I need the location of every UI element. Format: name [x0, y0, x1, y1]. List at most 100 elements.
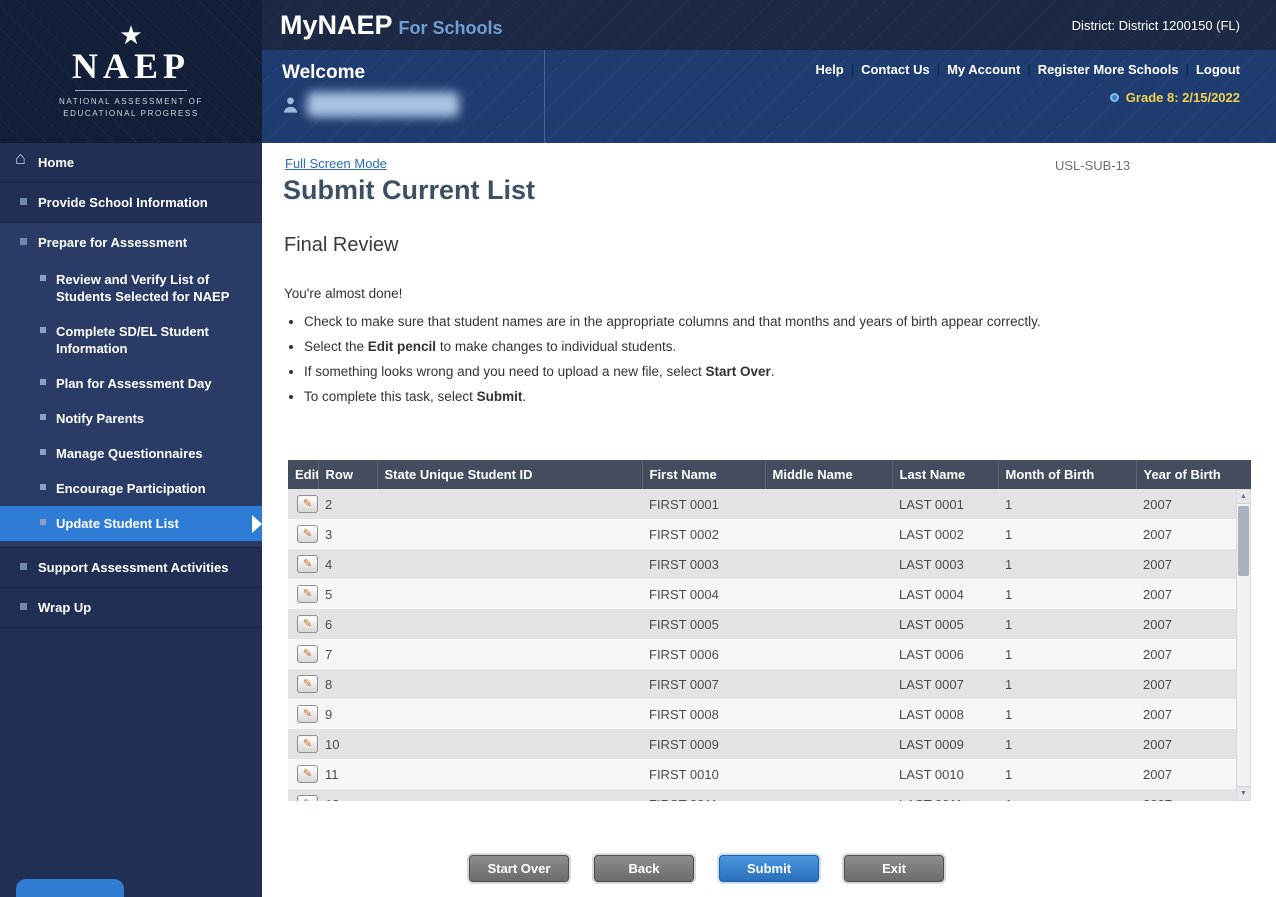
sidebar-item-provide-school-information[interactable]: Provide School Information: [0, 183, 262, 223]
year-of-birth-cell: 2007: [1136, 759, 1236, 789]
nav-link-contact-us[interactable]: Contact Us: [854, 62, 937, 77]
col-header-last-name: Last Name: [892, 460, 998, 489]
first-name-cell: FIRST 0011: [642, 789, 765, 801]
student-table: Edit Row State Unique Student ID First N…: [288, 460, 1251, 801]
edit-pencil-icon[interactable]: ✎: [297, 495, 318, 513]
instruction-text: Check to make sure that student names ar…: [304, 314, 1041, 329]
full-screen-mode-link[interactable]: Full Screen Mode: [285, 156, 387, 171]
welcome-panel: Welcome: [262, 50, 545, 143]
col-header-middle-name: Middle Name: [765, 460, 892, 489]
sidebar-item-notify-parents[interactable]: Notify Parents: [0, 401, 262, 436]
table-body-viewport: ✎2FIRST 0001LAST 000112007✎3FIRST 0002LA…: [288, 489, 1236, 801]
first-name-cell: FIRST 0003: [642, 549, 765, 579]
first-name-cell: FIRST 0010: [642, 759, 765, 789]
welcome-right: Help|Contact Us|My Account|Register More…: [809, 62, 1240, 105]
instruction-text: .: [522, 389, 526, 404]
year-of-birth-cell: 2007: [1136, 639, 1236, 669]
row-number-cell: 3: [318, 519, 377, 549]
sidebar-item-plan-for-assessment-day[interactable]: Plan for Assessment Day: [0, 366, 262, 401]
edit-pencil-icon[interactable]: ✎: [297, 795, 318, 801]
start-over-button[interactable]: Start Over: [469, 855, 569, 882]
edit-pencil-icon[interactable]: ✎: [297, 705, 318, 723]
sidebar-item-label: Review and Verify List of Students Selec…: [56, 272, 229, 304]
col-header-month-of-birth: Month of Birth: [998, 460, 1136, 489]
nav-link-my-account[interactable]: My Account: [940, 62, 1027, 77]
edit-cell: ✎: [288, 789, 318, 801]
month-of-birth-cell: 1: [998, 699, 1136, 729]
scrollbar-down-icon[interactable]: ▼: [1237, 786, 1250, 800]
edit-cell: ✎: [288, 519, 318, 549]
middle-name-cell: [765, 669, 892, 699]
exit-button[interactable]: Exit: [844, 855, 944, 882]
edit-pencil-icon[interactable]: ✎: [297, 735, 318, 753]
sidebar-item-manage-questionnaires[interactable]: Manage Questionnaires: [0, 436, 262, 471]
grade-date-label: Grade 8: 2/15/2022: [1126, 90, 1240, 105]
state-id-cell: [377, 729, 642, 759]
last-name-cell: LAST 0007: [892, 669, 998, 699]
back-button[interactable]: Back: [594, 855, 694, 882]
sidebar-item-label: Update Student List: [56, 516, 179, 531]
state-id-cell: [377, 669, 642, 699]
nav-link-logout[interactable]: Logout: [1189, 62, 1240, 77]
first-name-cell: FIRST 0001: [642, 489, 765, 519]
sidebar-item-complete-sd-el-information[interactable]: Complete SD/EL Student Information: [0, 314, 262, 366]
sidebar-item-label: Home: [38, 155, 74, 170]
instruction-bold: Submit: [477, 389, 523, 404]
edit-pencil-icon[interactable]: ✎: [297, 525, 318, 543]
month-of-birth-cell: 1: [998, 789, 1136, 801]
edit-pencil-icon[interactable]: ✎: [297, 585, 318, 603]
first-name-cell: FIRST 0006: [642, 639, 765, 669]
instruction-bold: Edit pencil: [368, 339, 436, 354]
edit-pencil-icon[interactable]: ✎: [297, 645, 318, 663]
submit-button[interactable]: Submit: [719, 855, 819, 882]
row-number-cell: 6: [318, 609, 377, 639]
table-scrollbar[interactable]: ▲ ▼: [1236, 489, 1251, 801]
middle-name-cell: [765, 549, 892, 579]
month-of-birth-cell: 1: [998, 609, 1136, 639]
nav-link-help[interactable]: Help: [809, 62, 851, 77]
sidebar-item-wrap-up[interactable]: Wrap Up: [0, 588, 262, 628]
year-of-birth-cell: 2007: [1136, 669, 1236, 699]
edit-pencil-icon[interactable]: ✎: [297, 615, 318, 633]
middle-name-cell: [765, 519, 892, 549]
table-row: ✎5FIRST 0004LAST 000412007: [288, 579, 1236, 609]
app-window: ★ NAEP NATIONAL ASSESSMENT OF EDUCATIONA…: [0, 0, 1276, 897]
instruction-text: .: [771, 364, 775, 379]
main-content: Full Screen Mode USL-SUB-13 Submit Curre…: [262, 143, 1276, 897]
year-of-birth-cell: 2007: [1136, 609, 1236, 639]
instruction-text: To complete this task, select: [304, 389, 477, 404]
year-of-birth-cell: 2007: [1136, 549, 1236, 579]
edit-pencil-icon[interactable]: ✎: [297, 765, 318, 783]
footer-buttons: Start Over Back Submit Exit: [469, 855, 944, 882]
sidebar-item-review-and-verify-list[interactable]: Review and Verify List of Students Selec…: [0, 262, 262, 314]
sidebar-item-label: Complete SD/EL Student Information: [56, 324, 209, 356]
top-header-bar: MyNAEPFor Schools District: District 120…: [262, 0, 1276, 50]
bullet-square-icon: [40, 327, 46, 333]
month-of-birth-cell: 1: [998, 519, 1136, 549]
welcome-heading: Welcome: [282, 62, 544, 84]
sidebar-item-prepare-for-assessment[interactable]: Prepare for Assessment: [0, 223, 262, 262]
nav-link-register-more-schools[interactable]: Register More Schools: [1031, 62, 1186, 77]
state-id-cell: [377, 549, 642, 579]
sidebar-item-encourage-participation[interactable]: Encourage Participation: [0, 471, 262, 506]
naep-star-icon: ★: [119, 22, 142, 48]
edit-cell: ✎: [288, 729, 318, 759]
bullet-square-icon: [40, 379, 46, 385]
col-header-year-of-birth: Year of Birth: [1136, 460, 1251, 489]
sidebar-item-home[interactable]: ⌂ Home: [0, 143, 262, 183]
edit-pencil-icon[interactable]: ✎: [297, 555, 318, 573]
year-of-birth-cell: 2007: [1136, 789, 1236, 801]
sidebar-item-label: Manage Questionnaires: [56, 446, 203, 461]
sidebar-item-update-student-list[interactable]: Update Student List: [0, 506, 262, 541]
first-name-cell: FIRST 0009: [642, 729, 765, 759]
scrollbar-up-icon[interactable]: ▲: [1237, 490, 1250, 504]
sidebar-item-support-assessment-activities[interactable]: Support Assessment Activities: [0, 548, 262, 588]
feedback-tab[interactable]: [16, 879, 124, 897]
edit-pencil-icon[interactable]: ✎: [297, 675, 318, 693]
page-title: Submit Current List: [283, 175, 535, 206]
scrollbar-thumb[interactable]: [1238, 506, 1249, 576]
brand-title: MyNAEPFor Schools: [280, 10, 503, 41]
student-table-header: Edit Row State Unique Student ID First N…: [288, 460, 1251, 489]
instruction-item: To complete this task, select Submit.: [304, 387, 1104, 407]
state-id-cell: [377, 699, 642, 729]
